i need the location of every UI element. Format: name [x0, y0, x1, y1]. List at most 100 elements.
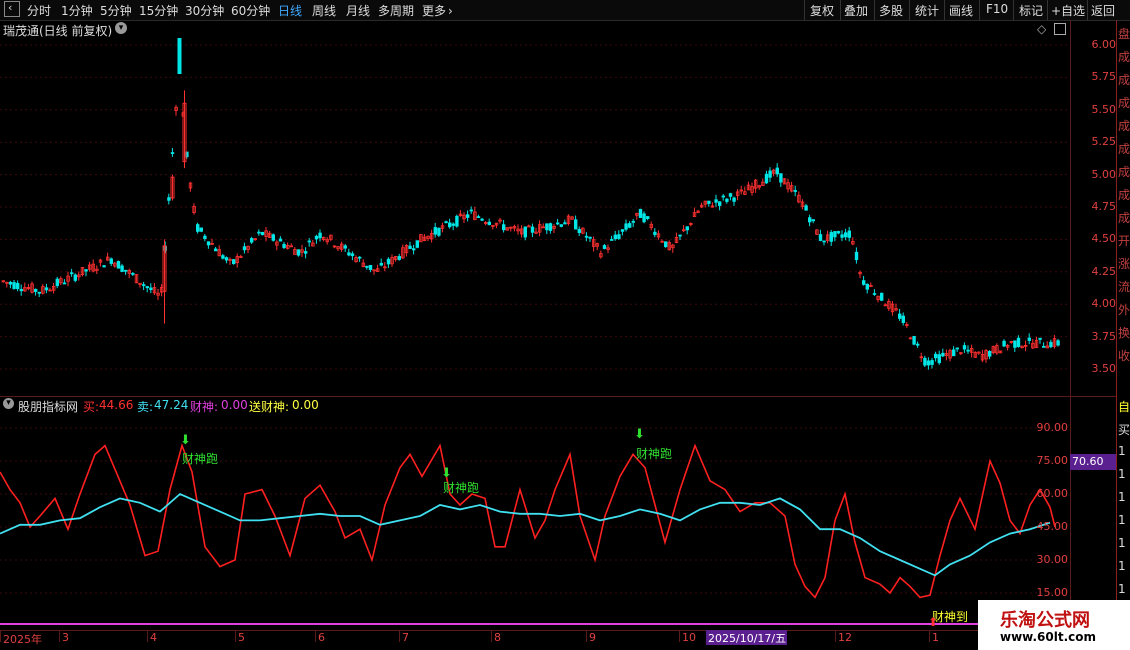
period-tab-5min[interactable]: 5分钟 [100, 2, 132, 19]
candle [483, 221, 488, 226]
candle [577, 226, 581, 236]
return-button[interactable]: 返回 [1091, 2, 1115, 19]
candle [995, 343, 999, 355]
candle [620, 229, 625, 236]
candle [253, 238, 257, 241]
price-chart[interactable] [0, 20, 1070, 396]
candle [401, 244, 405, 260]
period-toolbar: ‹ 分时 1分钟 5分钟 15分钟 30分钟 60分钟 日线 周线 月线 多周期… [0, 0, 1130, 21]
candle [138, 282, 142, 288]
candle [1009, 340, 1013, 344]
candle [246, 245, 250, 254]
side-panel-glyph: 开 [1118, 234, 1130, 248]
annotation-caishen-pao: 财神跑 [636, 447, 673, 461]
multi-stock-button[interactable]: 多股 [879, 2, 903, 19]
candle [501, 219, 506, 233]
date-tick-label: 1 [932, 631, 939, 644]
side-panel-glyph: 1 [1118, 467, 1126, 481]
candle [221, 253, 225, 260]
candle [224, 256, 229, 264]
candle [124, 269, 128, 275]
candle [429, 229, 434, 243]
mark-button[interactable]: 标记 [1019, 2, 1043, 19]
overlay-button[interactable]: 叠加 [844, 2, 868, 19]
period-tab-1min[interactable]: 1分钟 [61, 2, 93, 19]
candle [1013, 340, 1017, 352]
fuquan-button[interactable]: 复权 [810, 2, 834, 19]
candle [73, 273, 77, 283]
candle [182, 90, 187, 169]
candle [332, 245, 337, 249]
candle [552, 224, 556, 234]
candle [109, 257, 113, 267]
candle [174, 104, 178, 116]
candle [638, 208, 643, 218]
arrow-down-icon: ⬇ [634, 427, 645, 442]
watermark-title: 乐淘公式网 [1000, 610, 1090, 631]
candle [642, 211, 646, 224]
side-panel-glyph: 成 [1118, 188, 1130, 202]
candle [145, 285, 149, 293]
candle [77, 271, 81, 281]
candle [905, 322, 909, 328]
period-tab-more[interactable]: 更多 › [422, 2, 453, 19]
candle [800, 199, 805, 210]
candle [530, 223, 535, 238]
candle [23, 282, 27, 292]
candle [469, 206, 473, 215]
candle [898, 308, 902, 321]
period-tab-monthly[interactable]: 月线 [346, 2, 370, 19]
period-tab-fenshi[interactable]: 分时 [27, 2, 51, 19]
date-tick [0, 630, 1, 642]
add-watchlist-button[interactable]: +自选 [1051, 2, 1085, 19]
candle [822, 240, 826, 246]
price-tick-label: 5.75 [1091, 70, 1117, 84]
period-tab-60min[interactable]: 60分钟 [231, 2, 270, 19]
candle [177, 38, 182, 75]
candle [339, 241, 344, 252]
buy-line [0, 443, 1056, 599]
candle [1045, 341, 1049, 349]
candle [732, 196, 736, 206]
statistics-button[interactable]: 统计 [915, 2, 939, 19]
period-tab-30min[interactable]: 30分钟 [185, 2, 224, 19]
candle [70, 268, 74, 277]
side-panel-glyph: 成 [1118, 119, 1130, 133]
candle [923, 355, 927, 368]
candle [422, 233, 427, 242]
candle [527, 224, 531, 228]
indicator-tick-label: 30.00 [1036, 553, 1069, 566]
candle [55, 276, 59, 289]
candle [912, 335, 916, 346]
candle [170, 147, 175, 157]
side-panel-glyph: 成 [1118, 96, 1130, 110]
candle [213, 246, 218, 252]
period-tab-multi[interactable]: 多周期 [378, 2, 414, 19]
candle [440, 222, 445, 233]
price-tick-label: 4.75 [1091, 200, 1117, 213]
candle [411, 244, 416, 255]
candle [365, 265, 369, 270]
candle [491, 224, 495, 230]
candle [624, 219, 628, 232]
date-axis-line [0, 630, 1116, 631]
candle [696, 209, 700, 214]
chevron-down-circle-icon[interactable]: ▾ [3, 398, 14, 409]
candle [447, 218, 452, 229]
side-panel-glyph: 流 [1118, 280, 1130, 294]
cursor-date-badge: 2025/10/17/五 [706, 630, 787, 645]
candle [26, 283, 31, 291]
draw-line-button[interactable]: 画线 [949, 2, 973, 19]
indicator-chart[interactable] [0, 410, 1070, 630]
period-tab-daily[interactable]: 日线 [278, 2, 302, 19]
back-button[interactable]: ‹ [4, 1, 20, 17]
candle [718, 201, 722, 211]
f10-button[interactable]: F10 [986, 2, 1008, 16]
side-panel-glyph: 涨 [1118, 257, 1130, 271]
candle [764, 170, 769, 184]
candle [102, 265, 106, 268]
candle [934, 351, 938, 362]
period-tab-15min[interactable]: 15分钟 [139, 2, 178, 19]
candle [818, 229, 823, 242]
period-tab-weekly[interactable]: 周线 [312, 2, 336, 19]
